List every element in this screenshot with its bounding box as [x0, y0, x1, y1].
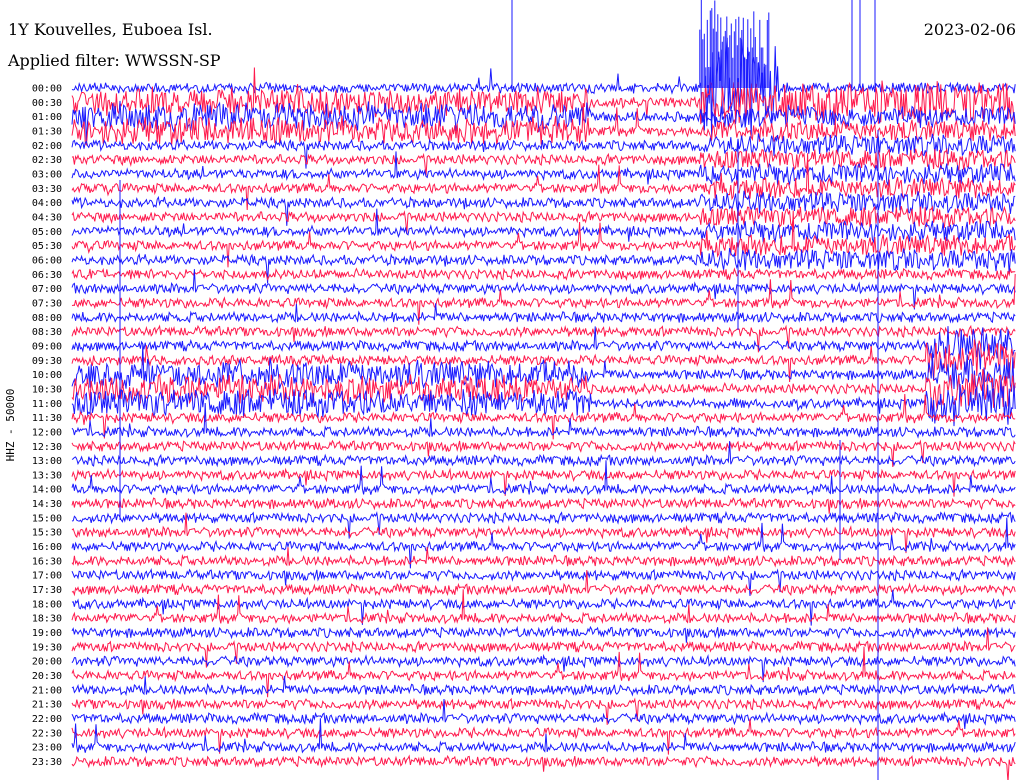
helicorder-page: 1Y Kouvelles, Euboea Isl. Applied filter… [0, 0, 1024, 780]
row-time-label: 06:00 [32, 255, 62, 266]
row-time-label: 15:30 [32, 528, 62, 539]
trace-row-1330 [71, 467, 1016, 497]
trace-row-1600 [71, 517, 1016, 569]
row-time-label: 17:00 [32, 571, 62, 582]
trace-row-2330 [71, 754, 1016, 780]
row-time-label: 23:00 [32, 743, 62, 754]
trace-row-0000 [71, 37, 1016, 138]
row-time-label: 16:00 [32, 542, 62, 553]
row-time-label: 07:30 [32, 298, 62, 309]
row-time-label: 00:00 [32, 84, 62, 95]
row-time-label: 10:00 [32, 370, 62, 381]
row-time-label: 20:30 [32, 671, 62, 682]
trace-row-0800 [71, 303, 1016, 325]
row-time-label: 03:30 [32, 184, 62, 195]
trace-row-2200 [71, 698, 1016, 730]
row-time-label: 05:30 [32, 241, 62, 252]
row-time-label: 22:30 [32, 728, 62, 739]
trace-row-2100 [71, 675, 1016, 697]
row-time-label: 09:00 [32, 341, 62, 352]
trace-row-0830 [71, 324, 1016, 353]
row-time-label: 12:00 [32, 427, 62, 438]
row-time-label: 04:00 [32, 198, 62, 209]
row-time-label: 09:30 [32, 356, 62, 367]
row-time-label: 01:00 [32, 112, 62, 123]
trace-row-0300 [71, 151, 1016, 187]
row-time-label: 05:00 [32, 227, 62, 238]
row-time-label: 12:30 [32, 442, 62, 453]
row-time-label: 18:30 [32, 614, 62, 625]
row-time-label: 11:30 [32, 413, 62, 424]
row-time-label: 19:30 [32, 642, 62, 653]
trace-row-1900 [71, 625, 1016, 643]
row-time-label: 01:30 [32, 126, 62, 137]
trace-row-1000 [71, 344, 1016, 396]
row-time-label: 17:30 [32, 585, 62, 596]
row-time-label: 10:30 [32, 384, 62, 395]
row-time-label: 08:00 [32, 313, 62, 324]
row-time-label: 19:00 [32, 628, 62, 639]
trace-row-0630 [71, 267, 1016, 282]
seismogram-plot: 00:00 00:30 01:00 01:30 02:00 02:30 03:00 03:30… [32, 0, 1016, 780]
trace-row-1500 [71, 510, 1016, 539]
row-time-label: 13:30 [32, 470, 62, 481]
trace-row-2130 [71, 697, 1016, 725]
row-time-label: 13:00 [32, 456, 62, 467]
row-time-label: 20:00 [32, 657, 62, 668]
row-time-label: 21:30 [32, 700, 62, 711]
trace-row-0500 [71, 208, 1016, 244]
row-time-label: 06:30 [32, 270, 62, 281]
quake-burst [511, 0, 876, 88]
row-time-label: 18:00 [32, 599, 62, 610]
row-time-label: 14:30 [32, 499, 62, 510]
row-time-label: 07:00 [32, 284, 62, 295]
row-time-label: 15:00 [32, 513, 62, 524]
row-time-label: 08:30 [32, 327, 62, 338]
row-time-label: 22:00 [32, 714, 62, 725]
row-time-label: 14:00 [32, 485, 62, 496]
row-time-label: 21:00 [32, 685, 62, 696]
row-time-label: 02:00 [32, 141, 62, 152]
row-time-label: 11:00 [32, 399, 62, 410]
row-time-label: 03:00 [32, 169, 62, 180]
row-time-label: 16:30 [32, 556, 62, 567]
row-time-label: 23:30 [32, 757, 62, 768]
trace-row-1430 [71, 496, 1016, 514]
row-time-label: 04:30 [32, 212, 62, 223]
row-time-label: 00:30 [32, 98, 62, 109]
row-time-label: 02:30 [32, 155, 62, 166]
